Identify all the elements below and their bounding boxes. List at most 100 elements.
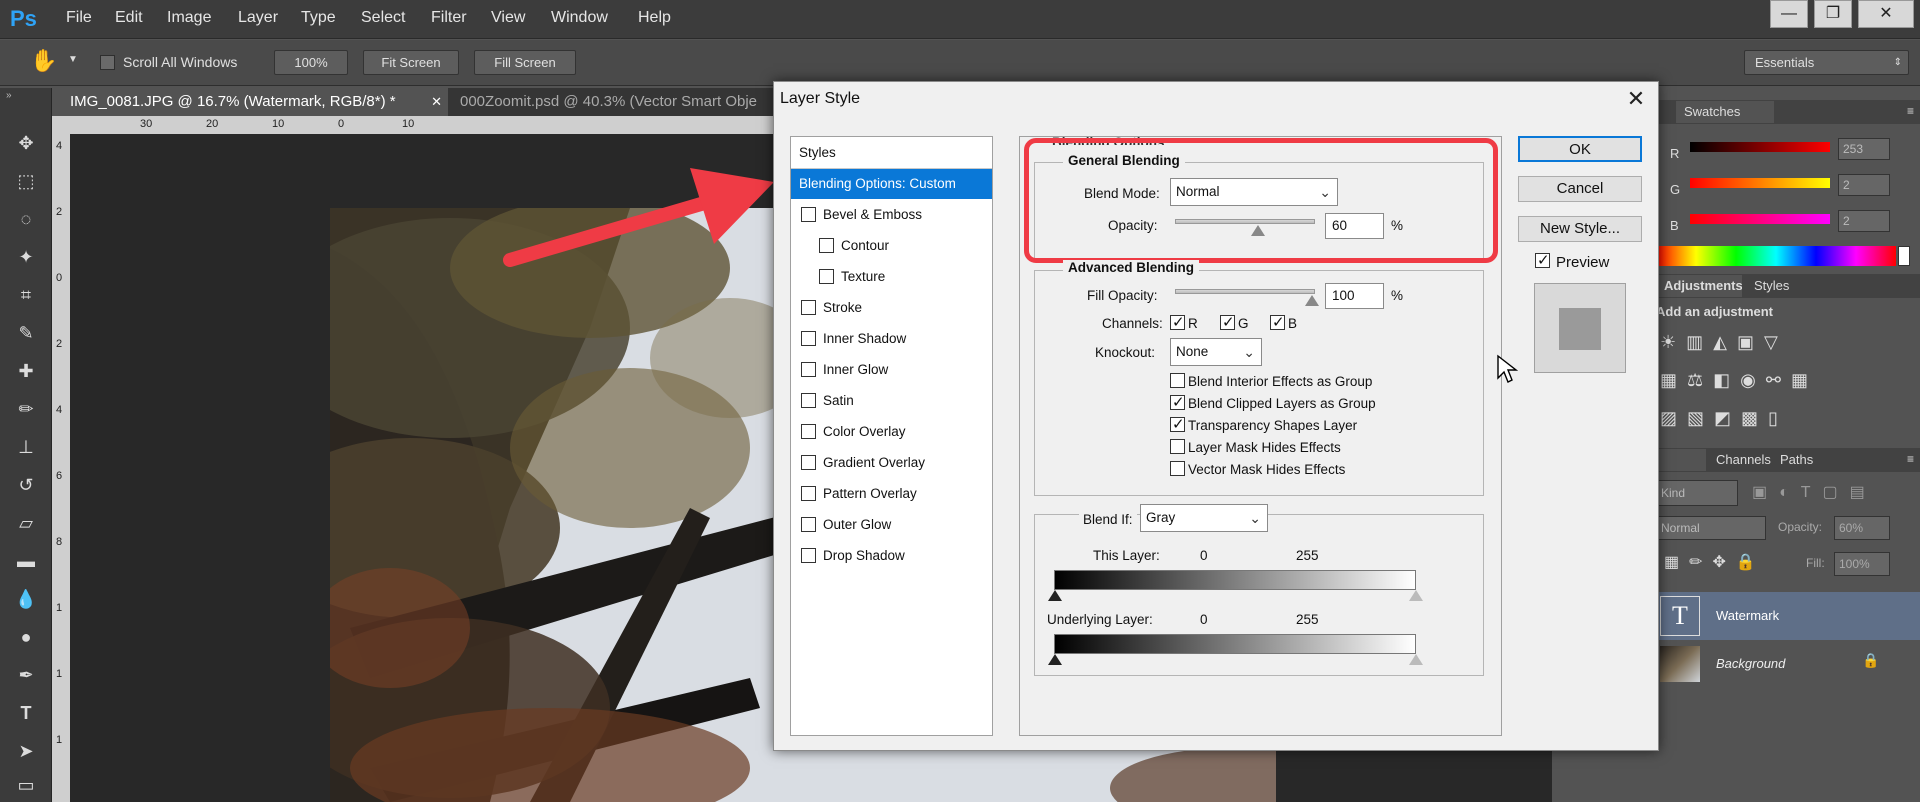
this-layer-white-thumb[interactable] <box>1409 590 1423 601</box>
healing-brush-icon[interactable]: ✚ <box>10 356 42 386</box>
tab-zoomit[interactable]: 000Zoomit.psd @ 40.3% (Vector Smart Obje <box>448 88 788 116</box>
style-bevel-emboss[interactable]: Bevel & Emboss <box>791 200 992 230</box>
transparency-shapes-checkbox[interactable] <box>1170 415 1185 433</box>
style-checkbox[interactable] <box>801 455 816 470</box>
layer-mask-hides-checkbox[interactable] <box>1170 439 1185 454</box>
layer-row-watermark[interactable]: T Watermark <box>1656 592 1920 640</box>
eyedropper-icon[interactable]: ✎ <box>10 318 42 348</box>
this-layer-gradient[interactable] <box>1054 570 1416 590</box>
b-value[interactable]: 2 <box>1838 210 1890 232</box>
menu-select[interactable]: Select <box>361 9 405 27</box>
style-checkbox[interactable] <box>801 424 816 439</box>
r-value[interactable]: 253 <box>1838 138 1890 160</box>
tab-adjustments[interactable]: Adjustments <box>1656 275 1742 297</box>
style-checkbox[interactable] <box>801 548 816 563</box>
menu-help[interactable]: Help <box>638 9 671 27</box>
layers-fill-value[interactable]: 100% <box>1834 552 1890 576</box>
channel-g-checkbox[interactable] <box>1220 313 1235 331</box>
history-brush-icon[interactable]: ↺ <box>10 470 42 500</box>
layer-row-background[interactable]: Background 🔒 <box>1656 640 1920 688</box>
style-gradient-overlay[interactable]: Gradient Overlay <box>791 448 992 478</box>
blend-if-select[interactable]: Gray ⌄ <box>1140 504 1268 532</box>
tab-paths[interactable]: Paths <box>1780 449 1813 471</box>
scroll-all-windows-checkbox[interactable] <box>100 55 115 70</box>
styles-header[interactable]: Styles <box>791 137 992 169</box>
this-layer-black-thumb[interactable] <box>1048 590 1062 601</box>
menu-type[interactable]: Type <box>301 9 336 27</box>
style-pattern-overlay[interactable]: Pattern Overlay <box>791 479 992 509</box>
tab-layers-area[interactable] <box>1656 449 1706 471</box>
layers-opacity-value[interactable]: 60% <box>1834 516 1890 540</box>
style-texture[interactable]: Texture <box>791 262 992 292</box>
underlying-black-thumb[interactable] <box>1048 654 1062 665</box>
gradient-tool-icon[interactable]: ▬ <box>10 546 42 576</box>
blur-tool-icon[interactable]: 💧 <box>10 584 42 614</box>
style-outer-glow[interactable]: Outer Glow <box>791 510 992 540</box>
style-checkbox[interactable] <box>801 300 816 315</box>
preview-checkbox[interactable] <box>1535 251 1550 269</box>
fill-opacity-input[interactable]: 100 <box>1325 283 1384 309</box>
menu-window[interactable]: Window <box>551 9 608 27</box>
menu-image[interactable]: Image <box>167 9 211 27</box>
menu-file[interactable]: File <box>66 9 92 27</box>
cancel-button[interactable]: Cancel <box>1518 176 1642 202</box>
menu-edit[interactable]: Edit <box>115 9 143 27</box>
tab-swatches[interactable]: Swatches <box>1674 101 1750 123</box>
restore-button[interactable]: ❐ <box>1814 0 1852 28</box>
g-slider[interactable] <box>1690 178 1830 188</box>
style-contour[interactable]: Contour <box>791 231 992 261</box>
style-checkbox[interactable] <box>801 207 816 222</box>
fill-opacity-slider-thumb[interactable] <box>1305 295 1319 306</box>
r-slider[interactable] <box>1690 142 1830 152</box>
b-slider[interactable] <box>1690 214 1830 224</box>
style-drop-shadow[interactable]: Drop Shadow <box>791 541 992 571</box>
white-swatch[interactable] <box>1898 246 1910 266</box>
blend-mode-layers-select[interactable]: Normal <box>1656 516 1766 540</box>
magic-wand-icon[interactable]: ✦ <box>10 242 42 272</box>
color-spectrum[interactable] <box>1656 246 1896 266</box>
style-checkbox[interactable] <box>801 517 816 532</box>
menu-filter[interactable]: Filter <box>431 9 467 27</box>
adjustment-icons-row2[interactable]: ▦⚖◧◉⚯▦ <box>1660 370 1818 391</box>
layer-filter-icons[interactable]: ▣◐T▢▤ <box>1752 482 1877 502</box>
dodge-tool-icon[interactable]: ● <box>10 622 42 652</box>
move-tool-icon[interactable]: ✥ <box>10 128 42 158</box>
collapse-tools-icon[interactable]: » <box>6 90 12 101</box>
underlying-layer-gradient[interactable] <box>1054 634 1416 654</box>
minimize-button[interactable]: — <box>1770 0 1808 28</box>
ok-button[interactable]: OK <box>1518 136 1642 162</box>
style-blending-options[interactable]: Blending Options: Custom <box>791 169 992 199</box>
crop-tool-icon[interactable]: ⌗ <box>10 280 42 310</box>
fill-screen-button[interactable]: Fill Screen <box>474 50 576 75</box>
channel-b-checkbox[interactable] <box>1270 313 1285 331</box>
panel-menu-icon[interactable]: ≡ <box>1907 104 1914 118</box>
adjustment-icons-row3[interactable]: ▨▧◩▩▯ <box>1660 408 1788 429</box>
brush-tool-icon[interactable]: ✏ <box>10 394 42 424</box>
marquee-tool-icon[interactable]: ⬚ <box>10 166 42 196</box>
workspace-select[interactable]: Essentials ⇕ <box>1744 50 1909 75</box>
layer-kind-select[interactable]: Kind <box>1656 480 1738 506</box>
lock-icons[interactable]: ▦✏✥🔒 <box>1664 552 1766 572</box>
fill-opacity-slider[interactable] <box>1175 289 1315 294</box>
close-window-button[interactable]: ✕ <box>1858 0 1914 28</box>
style-checkbox[interactable] <box>801 362 816 377</box>
style-checkbox[interactable] <box>801 486 816 501</box>
tool-preset-chevron-icon[interactable]: ▼ <box>68 54 78 65</box>
eraser-icon[interactable]: ▱ <box>10 508 42 538</box>
close-tab-icon[interactable]: ✕ <box>431 88 442 116</box>
style-inner-glow[interactable]: Inner Glow <box>791 355 992 385</box>
rectangle-tool-icon[interactable]: ▭ <box>10 770 42 800</box>
dialog-close-button[interactable]: ✕ <box>1624 86 1648 112</box>
zoom-100-button[interactable]: 100% <box>274 50 348 75</box>
underlying-white-thumb[interactable] <box>1409 654 1423 665</box>
pen-tool-icon[interactable]: ✒ <box>10 660 42 690</box>
tab-styles[interactable]: Styles <box>1754 275 1789 297</box>
channel-r-checkbox[interactable] <box>1170 313 1185 331</box>
style-inner-shadow[interactable]: Inner Shadow <box>791 324 992 354</box>
hand-tool-icon[interactable]: ✋ <box>30 48 57 74</box>
menu-layer[interactable]: Layer <box>238 9 278 27</box>
stamp-tool-icon[interactable]: ⊥ <box>10 432 42 462</box>
menu-view[interactable]: View <box>491 9 525 27</box>
blend-clipped-checkbox[interactable] <box>1170 393 1185 411</box>
fit-screen-button[interactable]: Fit Screen <box>363 50 459 75</box>
